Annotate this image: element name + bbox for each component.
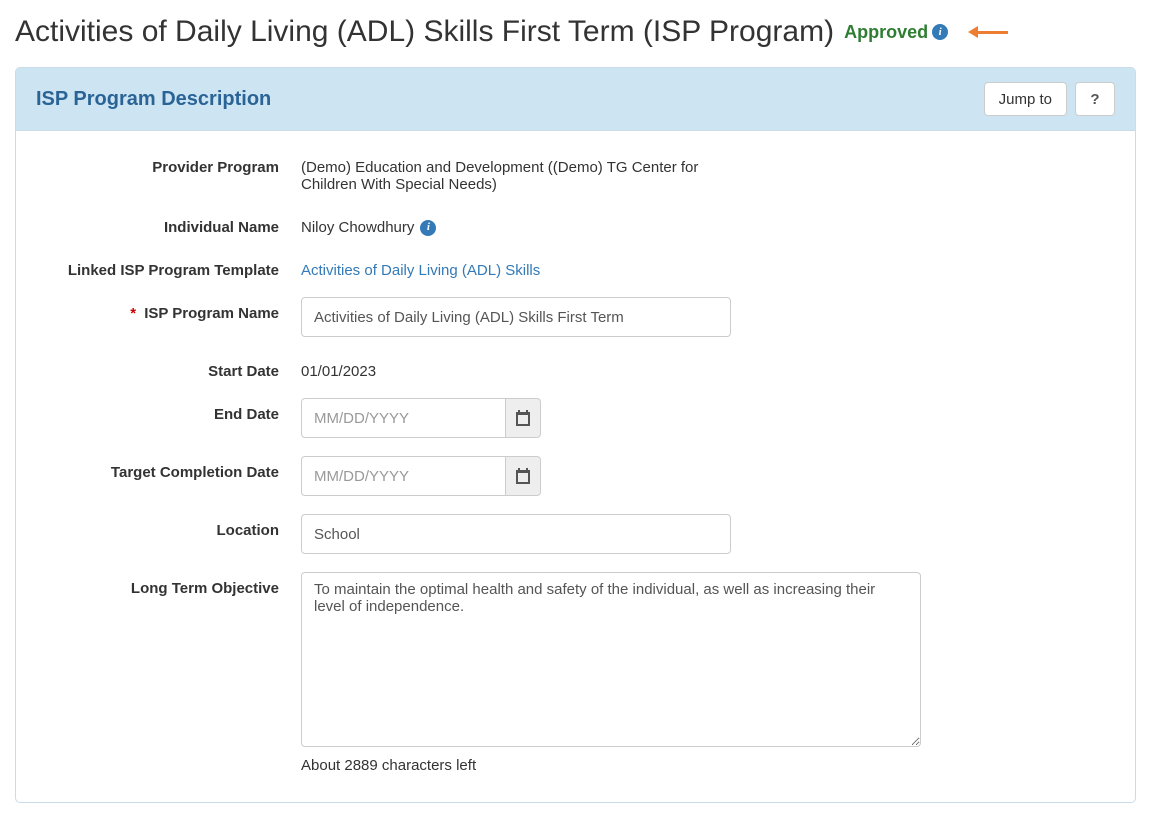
program-name-input[interactable] xyxy=(301,297,731,337)
row-linked-template: Linked ISP Program Template Activities o… xyxy=(36,254,1115,279)
row-location: Location xyxy=(36,514,1115,554)
char-count-text: About 2889 characters left xyxy=(301,757,921,774)
long-term-objective-textarea[interactable] xyxy=(301,572,921,747)
jump-to-button[interactable]: Jump to xyxy=(984,82,1067,116)
label-long-term-objective: Long Term Objective xyxy=(36,572,301,597)
value-start-date: 01/01/2023 xyxy=(301,355,921,380)
arrow-icon xyxy=(968,27,1008,37)
value-individual-name: Niloy Chowdhury i xyxy=(301,211,921,236)
end-date-calendar-button[interactable] xyxy=(506,398,541,438)
value-linked-template: Activities of Daily Living (ADL) Skills xyxy=(301,254,921,279)
row-start-date: Start Date 01/01/2023 xyxy=(36,355,1115,380)
isp-description-panel: ISP Program Description Jump to ? Provid… xyxy=(15,67,1136,803)
label-program-name-text: ISP Program Name xyxy=(144,305,279,322)
label-provider-program: Provider Program xyxy=(36,151,301,176)
row-provider-program: Provider Program (Demo) Education and De… xyxy=(36,151,1115,193)
target-completion-input-group xyxy=(301,456,541,496)
label-location: Location xyxy=(36,514,301,539)
end-date-input[interactable] xyxy=(301,398,506,438)
label-target-completion: Target Completion Date xyxy=(36,456,301,481)
value-end-date xyxy=(301,398,921,438)
row-end-date: End Date xyxy=(36,398,1115,438)
row-long-term-objective: Long Term Objective About 2889 character… xyxy=(36,572,1115,774)
individual-name-text: Niloy Chowdhury xyxy=(301,219,414,236)
row-target-completion: Target Completion Date xyxy=(36,456,1115,496)
label-end-date: End Date xyxy=(36,398,301,423)
status-badge: Approved i xyxy=(844,22,948,43)
row-program-name: * ISP Program Name xyxy=(36,297,1115,337)
value-target-completion xyxy=(301,456,921,496)
panel-body: Provider Program (Demo) Education and De… xyxy=(16,131,1135,802)
label-program-name: * ISP Program Name xyxy=(36,297,301,322)
required-mark: * xyxy=(130,305,136,322)
info-icon[interactable]: i xyxy=(420,220,436,236)
calendar-icon xyxy=(515,468,531,484)
value-provider-program: (Demo) Education and Development ((Demo)… xyxy=(301,151,731,193)
page-title: Activities of Daily Living (ADL) Skills … xyxy=(15,15,834,49)
status-text: Approved xyxy=(844,22,928,43)
panel-actions: Jump to ? xyxy=(984,82,1115,116)
help-button[interactable]: ? xyxy=(1075,82,1115,116)
value-program-name xyxy=(301,297,921,337)
label-linked-template: Linked ISP Program Template xyxy=(36,254,301,279)
target-completion-input[interactable] xyxy=(301,456,506,496)
value-location xyxy=(301,514,921,554)
label-start-date: Start Date xyxy=(36,355,301,380)
panel-title: ISP Program Description xyxy=(36,88,271,111)
target-completion-calendar-button[interactable] xyxy=(506,456,541,496)
calendar-icon xyxy=(515,410,531,426)
end-date-input-group xyxy=(301,398,541,438)
location-input[interactable] xyxy=(301,514,731,554)
info-icon[interactable]: i xyxy=(932,24,948,40)
row-individual-name: Individual Name Niloy Chowdhury i xyxy=(36,211,1115,236)
label-individual-name: Individual Name xyxy=(36,211,301,236)
value-long-term-objective: About 2889 characters left xyxy=(301,572,921,774)
panel-heading: ISP Program Description Jump to ? xyxy=(16,68,1135,131)
page-header: Activities of Daily Living (ADL) Skills … xyxy=(15,15,1136,49)
linked-template-link[interactable]: Activities of Daily Living (ADL) Skills xyxy=(301,262,540,279)
